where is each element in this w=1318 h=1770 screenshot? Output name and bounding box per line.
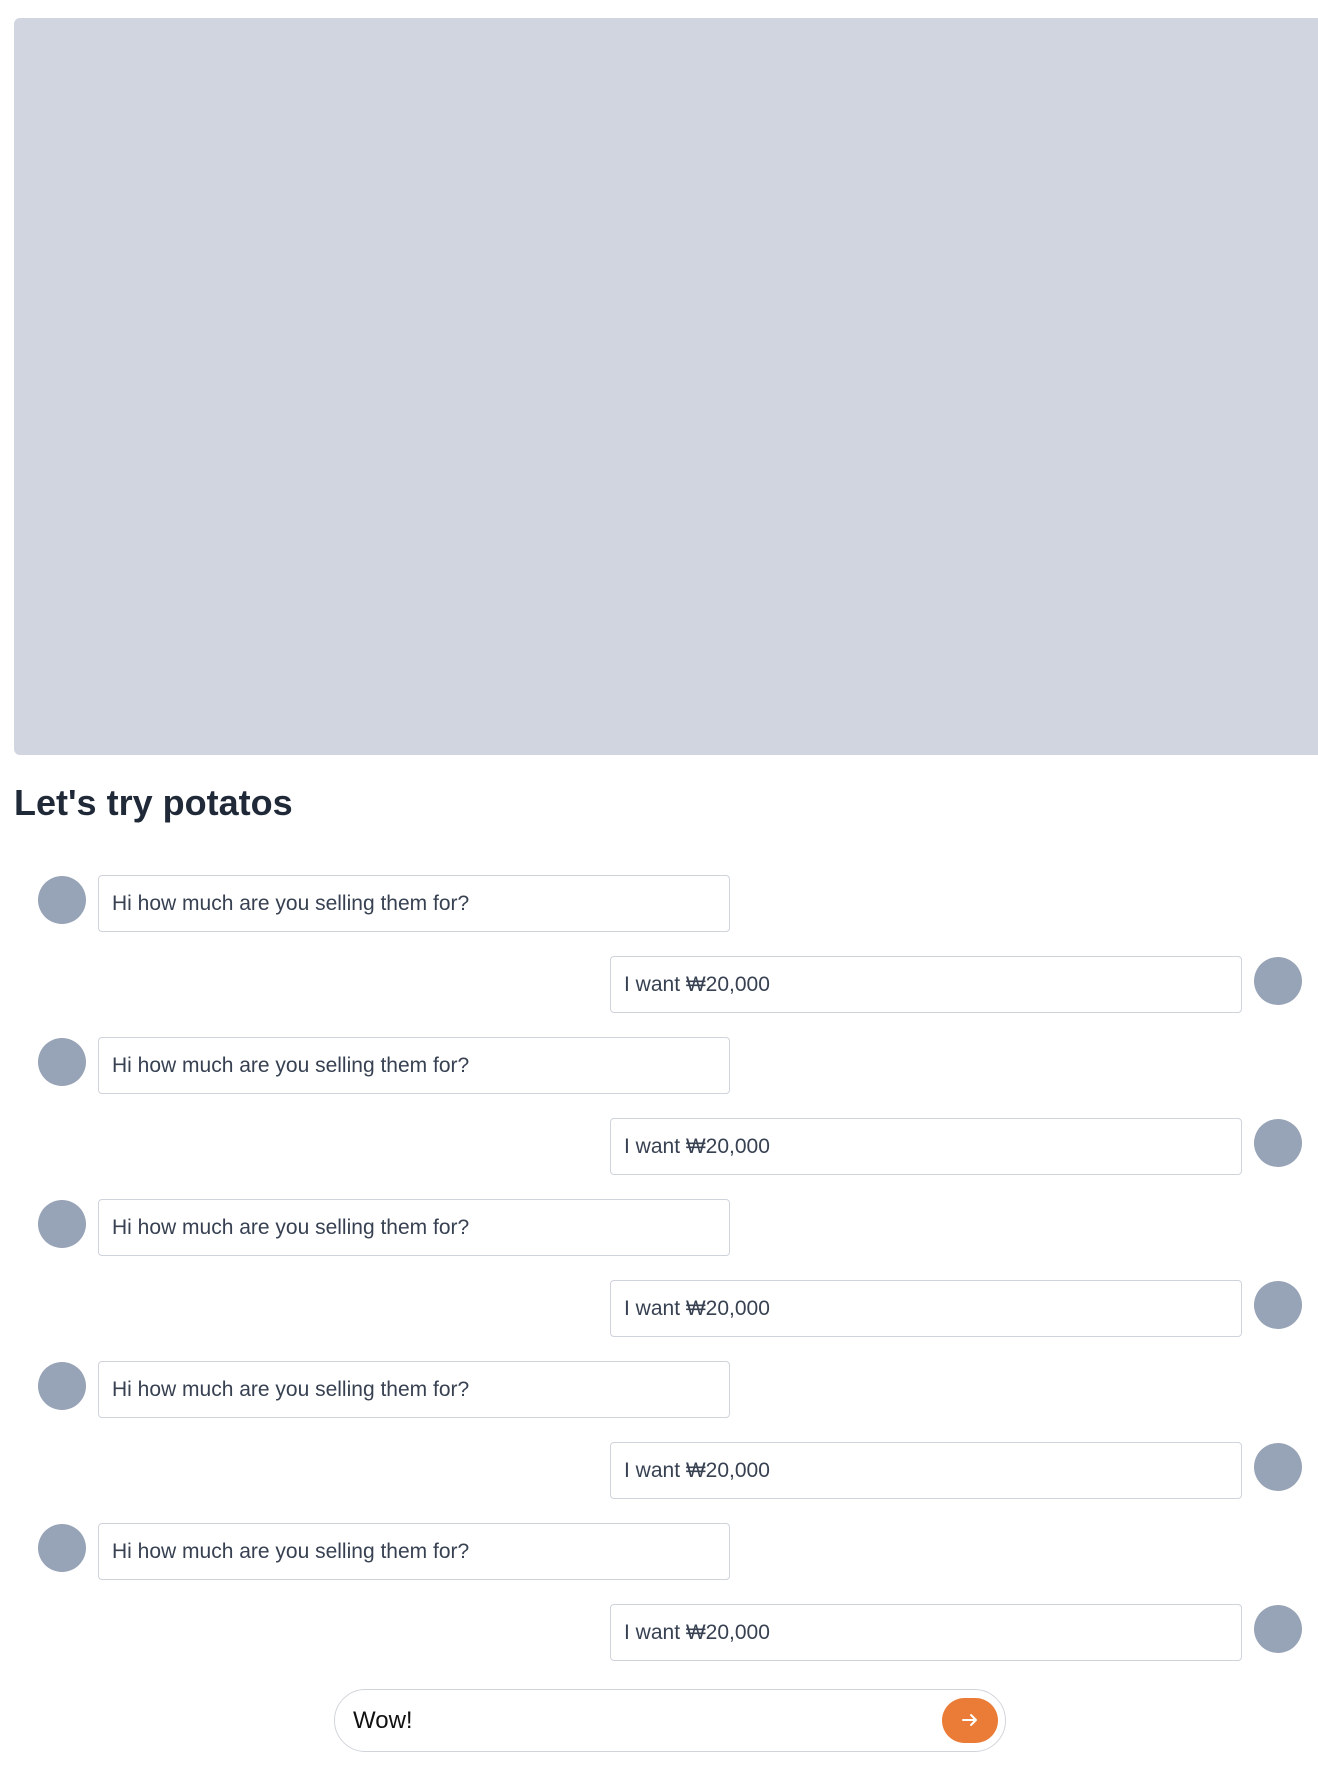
message-bubble: I want ₩20,000 (610, 1604, 1242, 1661)
message-input[interactable] (353, 1698, 873, 1743)
message-bubble: I want ₩20,000 (610, 1280, 1242, 1337)
avatar (38, 1524, 86, 1572)
avatar (38, 1200, 86, 1248)
message-incoming: Hi how much are you selling them for? (0, 1037, 1318, 1118)
message-outgoing: I want ₩20,000 (0, 1118, 1318, 1199)
message-bubble: Hi how much are you selling them for? (98, 1523, 730, 1580)
hero-image-placeholder (14, 18, 1318, 755)
send-button[interactable] (942, 1698, 998, 1743)
message-bubble: Hi how much are you selling them for? (98, 875, 730, 932)
avatar (38, 876, 86, 924)
page-title: Let's try potatos (14, 782, 293, 823)
avatar (1254, 1281, 1302, 1329)
message-outgoing: I want ₩20,000 (0, 956, 1318, 1037)
message-bubble: Hi how much are you selling them for? (98, 1199, 730, 1256)
message-outgoing: I want ₩20,000 (0, 1280, 1318, 1361)
message-composer (334, 1689, 1006, 1752)
message-outgoing: I want ₩20,000 (0, 1604, 1318, 1685)
message-bubble: I want ₩20,000 (610, 1442, 1242, 1499)
arrow-right-icon (962, 1714, 977, 1726)
avatar (38, 1038, 86, 1086)
message-bubble: Hi how much are you selling them for? (98, 1037, 730, 1094)
message-outgoing: I want ₩20,000 (0, 1442, 1318, 1523)
message-incoming: Hi how much are you selling them for? (0, 875, 1318, 956)
avatar (1254, 957, 1302, 1005)
message-bubble: I want ₩20,000 (610, 956, 1242, 1013)
message-incoming: Hi how much are you selling them for? (0, 1199, 1318, 1280)
message-bubble: I want ₩20,000 (610, 1118, 1242, 1175)
avatar (1254, 1119, 1302, 1167)
avatar (1254, 1605, 1302, 1653)
avatar (38, 1362, 86, 1410)
message-incoming: Hi how much are you selling them for? (0, 1523, 1318, 1604)
chat-thread: Hi how much are you selling them for? I … (0, 875, 1318, 1685)
message-incoming: Hi how much are you selling them for? (0, 1361, 1318, 1442)
avatar (1254, 1443, 1302, 1491)
message-bubble: Hi how much are you selling them for? (98, 1361, 730, 1418)
